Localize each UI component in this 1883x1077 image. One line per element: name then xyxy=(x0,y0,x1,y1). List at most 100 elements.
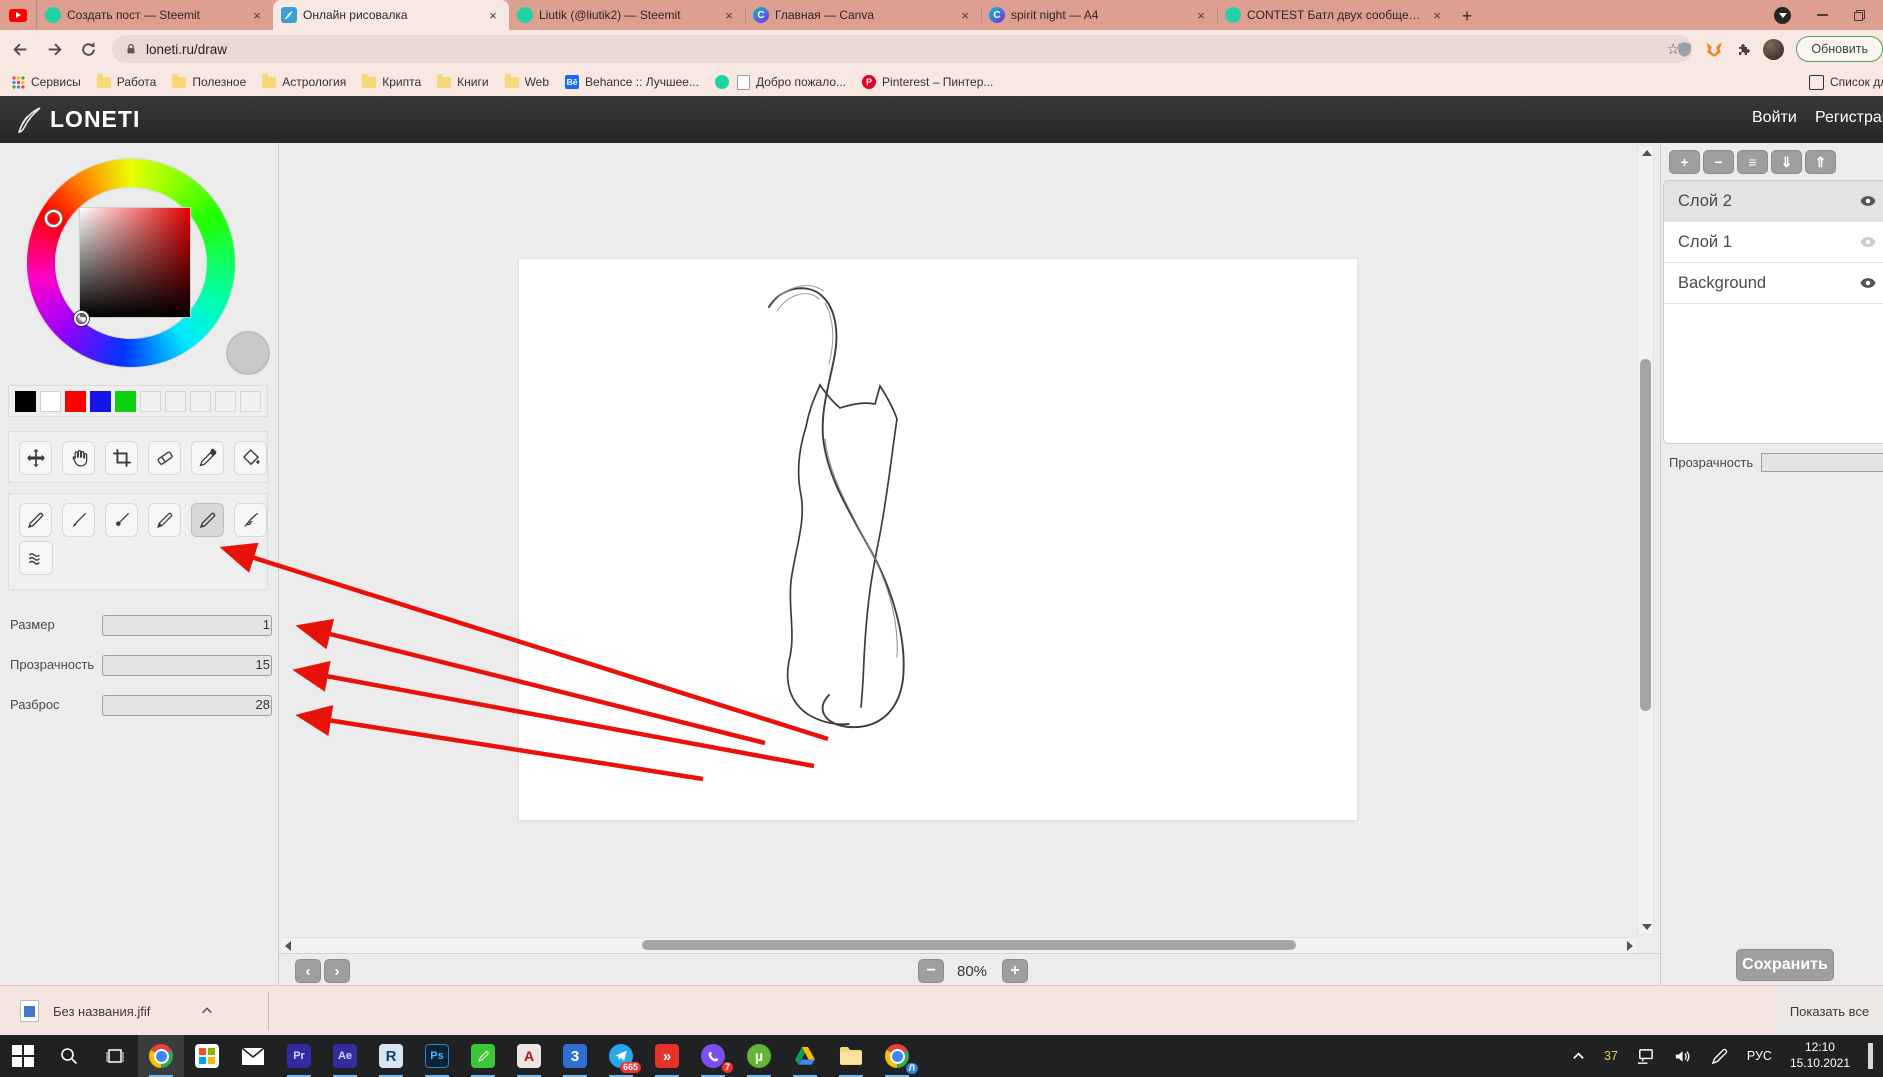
add-layer-button[interactable]: + xyxy=(1669,150,1700,174)
chrome-update-button[interactable]: Обновить xyxy=(1796,36,1883,62)
scatter-slider[interactable] xyxy=(102,695,272,716)
taskbar-after-effects[interactable]: Ae xyxy=(322,1035,368,1077)
bookmark-folder-useful[interactable]: Полезное xyxy=(172,74,246,89)
layer-down-button[interactable]: ⇓ xyxy=(1771,150,1802,174)
taskbar-chrome-profile[interactable]: Л xyxy=(874,1035,920,1077)
layer-up-button[interactable]: ⇑ xyxy=(1805,150,1836,174)
move-tool[interactable] xyxy=(19,441,52,475)
layer-row-2[interactable]: Слой 2 xyxy=(1664,181,1883,222)
tab-canva-home[interactable]: C Главная — Canva × xyxy=(745,0,981,30)
taskbar-utorrent[interactable]: µ xyxy=(736,1035,782,1077)
bookmark-steemit[interactable] xyxy=(714,75,729,89)
back-button[interactable] xyxy=(6,35,34,63)
tab-close-icon[interactable]: × xyxy=(957,8,973,23)
scroll-up-arrow[interactable] xyxy=(1642,150,1652,156)
tab-contest[interactable]: CONTEST Батл двух сообществ × xyxy=(1217,0,1453,30)
swatch-empty[interactable] xyxy=(215,390,236,412)
language-indicator[interactable]: РУС xyxy=(1747,1049,1772,1063)
tab-close-icon[interactable]: × xyxy=(485,8,501,23)
start-button[interactable] xyxy=(0,1035,46,1077)
drawing-canvas[interactable] xyxy=(519,259,1357,820)
bookmark-behance[interactable]: Bē Behance :: Лучшее... xyxy=(565,75,699,89)
swatch-black[interactable] xyxy=(15,390,36,412)
bookmark-folder-books[interactable]: Книги xyxy=(437,74,489,89)
fill-bucket-tool[interactable] xyxy=(234,441,267,475)
layer-row-background[interactable]: Background xyxy=(1664,263,1883,304)
taskbar-premiere[interactable]: Pr xyxy=(276,1035,322,1077)
swatch-empty[interactable] xyxy=(165,390,186,412)
remove-layer-button[interactable]: − xyxy=(1703,150,1734,174)
taskbar-telegram[interactable]: 665 xyxy=(598,1035,644,1077)
taskbar-chrome[interactable] xyxy=(138,1035,184,1077)
bookmark-folder-crypto[interactable]: Крипта xyxy=(362,74,421,89)
size-slider[interactable] xyxy=(102,615,272,636)
merge-layer-button[interactable]: ≡ xyxy=(1737,150,1768,174)
volume-icon[interactable] xyxy=(1673,1047,1692,1066)
clock[interactable]: 12:10 15.10.2021 xyxy=(1790,1040,1850,1071)
tab-search-button[interactable] xyxy=(1774,6,1791,24)
bookmark-folder-astrology[interactable]: Астрология xyxy=(262,74,346,89)
metamask-icon[interactable] xyxy=(1705,40,1723,58)
layer-row-1[interactable]: Слой 1 xyxy=(1664,222,1883,263)
forward-button[interactable] xyxy=(40,35,68,63)
address-bar[interactable]: loneti.ru/draw ☆ xyxy=(112,35,1692,63)
waves-tool[interactable] xyxy=(19,541,53,575)
zoom-in-button[interactable]: + xyxy=(1002,959,1028,983)
tab-close-icon[interactable]: × xyxy=(721,8,737,23)
bookmark-welcome[interactable]: Добро пожало... xyxy=(736,74,846,90)
save-button[interactable]: Сохранить xyxy=(1736,949,1834,981)
swatch-red[interactable] xyxy=(65,390,86,412)
layer-visible-eye-icon[interactable] xyxy=(1859,192,1877,210)
extensions-puzzle-icon[interactable] xyxy=(1735,41,1751,57)
tray-hidden-icons-chevron[interactable] xyxy=(1571,1049,1586,1064)
scroll-down-arrow[interactable] xyxy=(1642,924,1652,930)
horizontal-scrollbar[interactable] xyxy=(281,937,1637,953)
taskbar-revit[interactable]: R xyxy=(368,1035,414,1077)
register-link[interactable]: Регистрация xyxy=(1815,109,1883,127)
pen-tool[interactable] xyxy=(148,503,181,537)
minimize-button[interactable] xyxy=(1817,14,1828,16)
tab-create-post[interactable]: Создать пост — Steemit × xyxy=(37,0,273,30)
login-link[interactable]: Войти xyxy=(1752,109,1797,127)
swatch-blue[interactable] xyxy=(90,390,111,412)
taskbar-mail[interactable] xyxy=(230,1035,276,1077)
taskbar-notes-app[interactable] xyxy=(460,1035,506,1077)
swatch-empty[interactable] xyxy=(190,390,211,412)
sketch-pencil-tool-selected[interactable] xyxy=(191,503,224,537)
taskbar-3dsmax[interactable]: 3 xyxy=(552,1035,598,1077)
feather-brush-tool[interactable] xyxy=(234,503,267,537)
horizontal-scroll-thumb[interactable] xyxy=(642,940,1296,950)
vertical-scroll-thumb[interactable] xyxy=(1640,359,1651,711)
search-button[interactable] xyxy=(46,1035,92,1077)
task-view-button[interactable] xyxy=(92,1035,138,1077)
swatch-empty[interactable] xyxy=(240,390,261,412)
taskbar-autocad[interactable]: A xyxy=(506,1035,552,1077)
pencil-tool[interactable] xyxy=(19,503,52,537)
bookmark-folder-work[interactable]: Работа xyxy=(96,74,156,89)
thin-brush-tool[interactable] xyxy=(62,503,95,537)
show-all-downloads-button[interactable]: Показать все xyxy=(1776,986,1883,1036)
profile-avatar[interactable] xyxy=(1763,38,1785,60)
tab-close-icon[interactable]: × xyxy=(1429,8,1445,23)
swatch-green[interactable] xyxy=(115,390,136,412)
eyedropper-tool[interactable] xyxy=(191,441,224,475)
round-brush-tool[interactable] xyxy=(105,503,138,537)
tab-close-icon[interactable]: × xyxy=(249,8,265,23)
saturation-value-square[interactable] xyxy=(80,208,190,317)
taskbar-photoshop[interactable]: Ps xyxy=(414,1035,460,1077)
tab-spirit-night[interactable]: C spirit night — A4 × xyxy=(981,0,1217,30)
taskbar-file-explorer[interactable] xyxy=(828,1035,874,1077)
crop-tool[interactable] xyxy=(105,441,138,475)
scroll-left-arrow[interactable] xyxy=(285,941,291,951)
scroll-right-arrow[interactable] xyxy=(1627,941,1633,951)
zoom-out-button[interactable]: − xyxy=(918,959,944,983)
history-forward-button[interactable]: › xyxy=(324,959,350,983)
hand-tool[interactable] xyxy=(62,441,95,475)
opacity-slider[interactable] xyxy=(102,655,272,676)
new-tab-button[interactable]: + xyxy=(1453,2,1481,30)
eraser-tool[interactable] xyxy=(148,441,181,475)
layer-opacity-slider[interactable] xyxy=(1761,453,1883,472)
tab-online-drawing-active[interactable]: Онлайн рисовалка × xyxy=(273,0,509,30)
taskbar-viber[interactable]: 7 xyxy=(690,1035,736,1077)
notification-center-icon[interactable] xyxy=(1868,1043,1873,1069)
